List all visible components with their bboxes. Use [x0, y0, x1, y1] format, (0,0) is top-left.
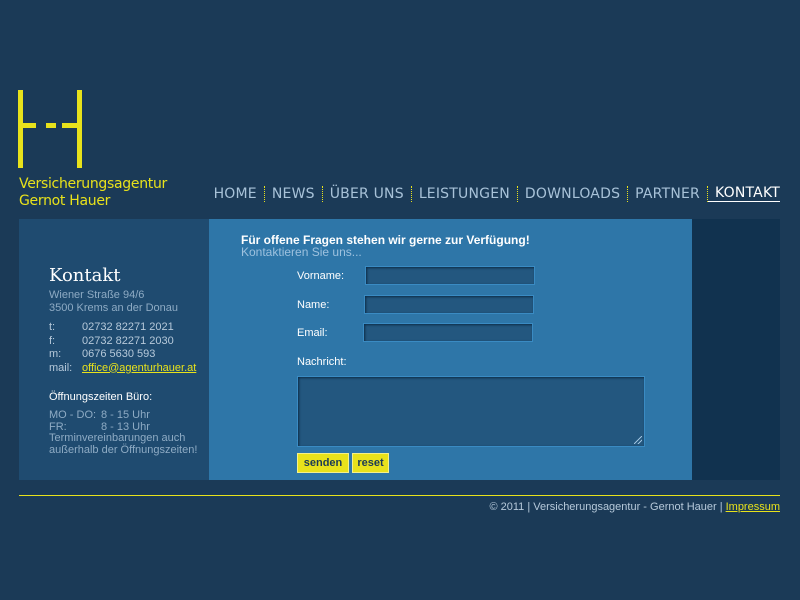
main-panel: Kontakt Wiener Straße 94/6 3500 Krems an… [19, 219, 780, 480]
message-textarea[interactable] [297, 376, 645, 447]
main-nav: HOME NEWS ÜBER UNS LEISTUNGEN DOWNLOADS … [207, 185, 780, 202]
name-label: Name: [297, 299, 330, 311]
logo-h-icon[interactable] [18, 90, 82, 168]
hours-title: Öffnungszeiten Büro: [49, 391, 153, 403]
email-link[interactable]: office@agenturhauer.at [82, 362, 196, 376]
contact-list: t: 02732 82271 2021 f: 02732 82271 2030 … [49, 321, 196, 375]
contact-row-mail: mail: office@agenturhauer.at [49, 362, 196, 376]
impressum-link[interactable]: Impressum [726, 501, 780, 513]
phone-value: 02732 82271 2021 [82, 321, 174, 333]
hours-key: MO - DO: [49, 409, 97, 421]
brand-line2: Gernot Hauer [19, 193, 111, 209]
contact-key: f: [49, 334, 56, 347]
email-label: Email: [297, 327, 328, 339]
hours-value: 8 - 15 Uhr [101, 409, 150, 421]
office-hours: MO - DO: 8 - 15 Uhr FR: 8 - 13 Uhr Termi… [49, 409, 198, 456]
resize-grip-icon[interactable] [634, 436, 642, 444]
right-column [692, 219, 780, 480]
nav-partner[interactable]: PARTNER [628, 186, 707, 202]
brand-name[interactable]: Versicherungsagentur Gernot Hauer [19, 176, 167, 210]
footer: © 2011 | Versicherungsagentur - Gernot H… [489, 501, 780, 513]
address-city: 3500 Krems an der Donau [49, 302, 179, 314]
hours-note-1: Terminvereinbarungen auch [49, 432, 186, 444]
address: Wiener Straße 94/6 3500 Krems an der Don… [49, 289, 178, 315]
contact-sidebar: Kontakt Wiener Straße 94/6 3500 Krems an… [19, 219, 210, 480]
send-button[interactable]: senden [297, 453, 349, 473]
hours-row: MO - DO: 8 - 15 Uhr [49, 409, 197, 422]
vorname-input[interactable] [365, 266, 535, 285]
contact-row-mobile: m: 0676 5630 593 [49, 348, 196, 362]
contact-key: mail: [49, 361, 73, 374]
nav-ueber-uns[interactable]: ÜBER UNS [323, 186, 411, 202]
sidebar-title: Kontakt [49, 265, 121, 286]
contact-row-fax: f: 02732 82271 2030 [49, 335, 196, 349]
brand-line1: Versicherungsagentur [19, 176, 167, 192]
hours-note-2: außerhalb der Öffnungszeiten! [49, 443, 198, 456]
nav-leistungen[interactable]: LEISTUNGEN [412, 186, 517, 202]
name-input[interactable] [364, 295, 534, 314]
message-label: Nachricht: [297, 356, 347, 368]
fax-value: 02732 82271 2030 [82, 334, 174, 347]
contact-key: m: [49, 348, 62, 360]
reset-button[interactable]: reset [352, 453, 389, 473]
email-input[interactable] [363, 323, 533, 342]
nav-home[interactable]: HOME [207, 186, 264, 202]
vorname-label: Vorname: [297, 270, 345, 282]
footer-divider [19, 495, 780, 496]
nav-downloads[interactable]: DOWNLOADS [518, 186, 627, 202]
address-street: Wiener Straße 94/6 [49, 289, 145, 301]
page-subline: Kontaktieren Sie uns... [241, 245, 362, 259]
mobile-value: 0676 5630 593 [82, 348, 156, 360]
copyright: © 2011 | Versicherungsagentur - Gernot H… [489, 501, 723, 513]
contact-key: t: [49, 321, 56, 333]
nav-news[interactable]: NEWS [265, 186, 322, 202]
contact-row-phone: t: 02732 82271 2021 [49, 321, 196, 335]
nav-kontakt[interactable]: KONTAKT [708, 185, 780, 202]
contact-form-area: Für offene Fragen stehen wir gerne zur V… [209, 219, 692, 480]
